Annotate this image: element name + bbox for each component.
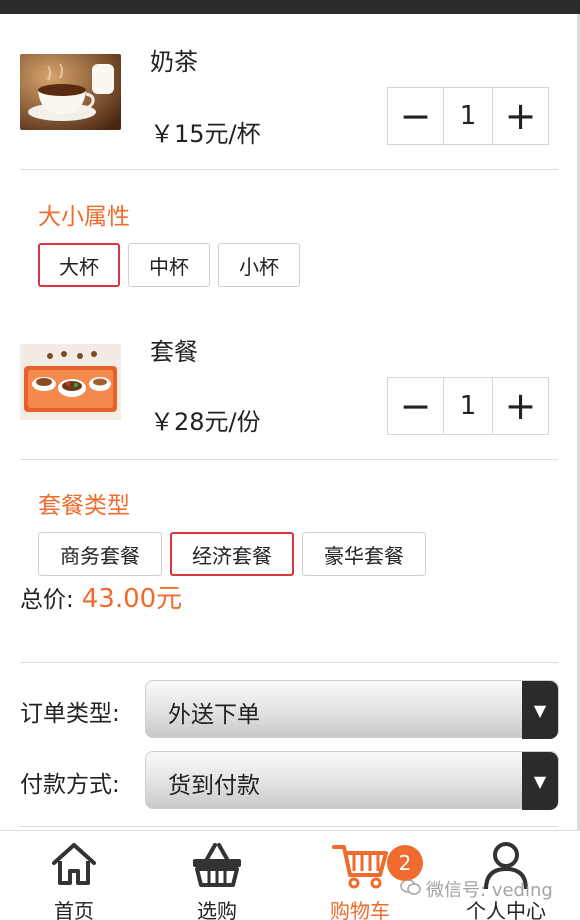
quantity-value[interactable]: 1 <box>443 378 493 434</box>
tab-home-label: 首页 <box>54 899 94 920</box>
dropdown-arrow-icon[interactable]: ▼ <box>522 752 558 810</box>
set-meal-name: 套餐 <box>150 338 198 366</box>
option-small-cup[interactable]: 小杯 <box>218 243 300 287</box>
wechat-watermark: 微信号: veding <box>400 876 553 902</box>
tab-shop[interactable]: 选购 <box>157 831 277 920</box>
total-price: 总价: 43.00元 <box>20 578 182 615</box>
cart-item-milk-tea: 奶茶 ￥15元/杯 − 1 + <box>0 14 560 154</box>
divider <box>20 662 558 663</box>
divider <box>20 169 558 170</box>
order-type-label: 订单类型: <box>20 701 120 727</box>
watermark-text: 微信号: veding <box>426 880 553 901</box>
payment-method-select[interactable]: 货到付款 ▼ <box>145 751 559 810</box>
option-deluxe-set[interactable]: 豪华套餐 <box>302 532 426 576</box>
tab-home[interactable]: 首页 <box>14 831 134 920</box>
order-type-row: 订单类型: 外送下单 ▼ <box>20 680 560 739</box>
set-meal-quantity-stepper: − 1 + <box>387 377 549 435</box>
milk-tea-name: 奶茶 <box>150 48 198 76</box>
cart-icon <box>332 841 388 895</box>
payment-method-value: 货到付款 <box>168 773 260 799</box>
option-medium-cup[interactable]: 中杯 <box>128 243 210 287</box>
increase-quantity-button[interactable]: + <box>493 88 548 144</box>
bottom-tab-bar: 首页 选购 2 购物车 个人中心 <box>0 830 580 920</box>
order-type-value: 外送下单 <box>168 702 260 728</box>
option-economy-set[interactable]: 经济套餐 <box>170 532 294 576</box>
dropdown-arrow-icon[interactable]: ▼ <box>522 681 558 739</box>
order-type-select[interactable]: 外送下单 ▼ <box>145 680 559 739</box>
size-attribute-title: 大小属性 <box>38 204 130 230</box>
decrease-quantity-button[interactable]: − <box>388 88 443 144</box>
set-meal-price: ￥28元/份 <box>150 408 261 436</box>
increase-quantity-button[interactable]: + <box>493 378 548 434</box>
option-large-cup[interactable]: 大杯 <box>38 243 120 287</box>
cart-item-set-meal: 套餐 ￥28元/份 − 1 + <box>0 304 560 444</box>
home-icon <box>50 841 98 891</box>
wechat-icon <box>400 878 422 901</box>
quantity-value[interactable]: 1 <box>443 88 493 144</box>
total-value: 43.00元 <box>81 584 183 614</box>
divider <box>20 459 558 460</box>
payment-method-row: 付款方式: 货到付款 ▼ <box>20 751 560 810</box>
size-options: 大杯 中杯 小杯 <box>38 243 300 287</box>
divider <box>20 826 558 827</box>
milk-tea-image <box>20 54 121 130</box>
set-meal-options: 商务套餐 经济套餐 豪华套餐 <box>38 532 426 576</box>
decrease-quantity-button[interactable]: − <box>388 378 443 434</box>
milk-tea-price: ￥15元/杯 <box>150 120 261 148</box>
basket-icon <box>191 841 243 893</box>
set-meal-type-title: 套餐类型 <box>38 493 130 519</box>
set-meal-image <box>20 344 121 420</box>
payment-method-label: 付款方式: <box>20 772 120 798</box>
tab-shop-label: 选购 <box>197 899 237 920</box>
total-label: 总价: <box>20 587 74 613</box>
status-bar <box>0 0 580 14</box>
option-business-set[interactable]: 商务套餐 <box>38 532 162 576</box>
milk-tea-quantity-stepper: − 1 + <box>387 87 549 145</box>
